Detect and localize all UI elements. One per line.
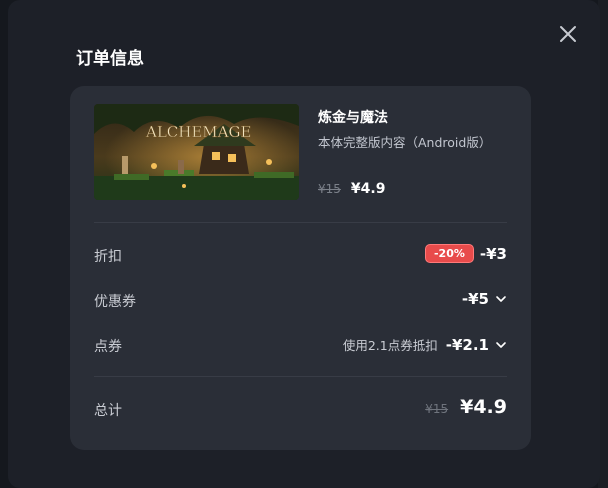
points-amount: -¥2.1 — [445, 335, 489, 354]
discount-label: 折扣 — [94, 249, 122, 265]
discount-amount: -¥3 — [479, 244, 507, 263]
close-icon — [560, 26, 576, 42]
chevron-down-icon — [496, 341, 506, 348]
discount-value: -20% -¥3 — [424, 244, 507, 263]
points-hint: 使用2.1点券抵扣 — [342, 338, 438, 353]
product-description: 本体完整版内容（Android版） — [318, 135, 492, 150]
points-selector[interactable]: 使用2.1点券抵扣 -¥2.1 — [343, 335, 507, 354]
points-label: 点券 — [94, 339, 122, 355]
coupon-label: 优惠券 — [94, 294, 136, 310]
product-price-row: ¥15 ¥4.9 — [318, 181, 385, 197]
total-label: 总计 — [94, 403, 122, 419]
total-value: ¥15 ¥4.9 — [425, 396, 507, 418]
original-price: ¥15 — [318, 182, 341, 196]
product-image: ALCHEMAGE — [94, 104, 299, 200]
product-name: 炼金与魔法 — [318, 110, 388, 126]
divider — [94, 222, 507, 223]
coupon-amount: -¥5 — [461, 290, 489, 308]
discount-badge: -20% — [424, 244, 474, 263]
total-amount: ¥4.9 — [460, 396, 507, 418]
total-original-price: ¥15 — [425, 402, 449, 416]
order-card: ALCHEMAGE 炼金与魔法 本体完整版内容（Android版） ¥15 ¥4… — [70, 86, 531, 450]
coupon-selector[interactable]: -¥5 — [462, 290, 507, 308]
game-logo-text: ALCHEMAGE — [145, 123, 251, 141]
divider — [94, 376, 507, 377]
close-button[interactable] — [556, 22, 580, 46]
dialog-title: 订单信息 — [76, 49, 144, 69]
current-price: ¥4.9 — [350, 181, 386, 197]
chevron-down-icon — [496, 296, 506, 302]
